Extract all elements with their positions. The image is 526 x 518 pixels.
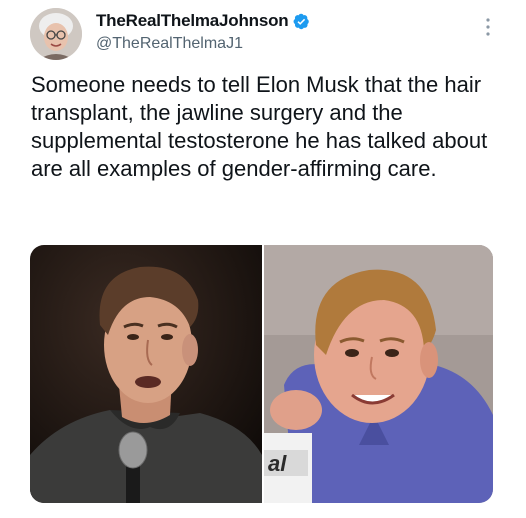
tweet-media[interactable]: al [30, 245, 493, 503]
avatar-image [30, 8, 82, 60]
sign-text: al [268, 451, 287, 476]
avatar[interactable] [30, 8, 82, 60]
tweet-header: TheRealThelmaJohnson @TheRealThelmaJ1 [96, 11, 310, 53]
media-photo-right[interactable]: al [264, 245, 493, 503]
more-vertical-icon[interactable] [486, 18, 490, 36]
verified-badge-icon [293, 13, 310, 30]
author-handle[interactable]: @TheRealThelmaJ1 [96, 35, 310, 53]
author-display-name[interactable]: TheRealThelmaJohnson [96, 11, 289, 31]
tweet-card[interactable]: TheRealThelmaJohnson @TheRealThelmaJ1 So… [0, 0, 526, 518]
tweet-text: Someone needs to tell Elon Musk that the… [31, 72, 494, 181]
media-photo-left[interactable] [30, 245, 262, 503]
name-row: TheRealThelmaJohnson [96, 11, 310, 31]
